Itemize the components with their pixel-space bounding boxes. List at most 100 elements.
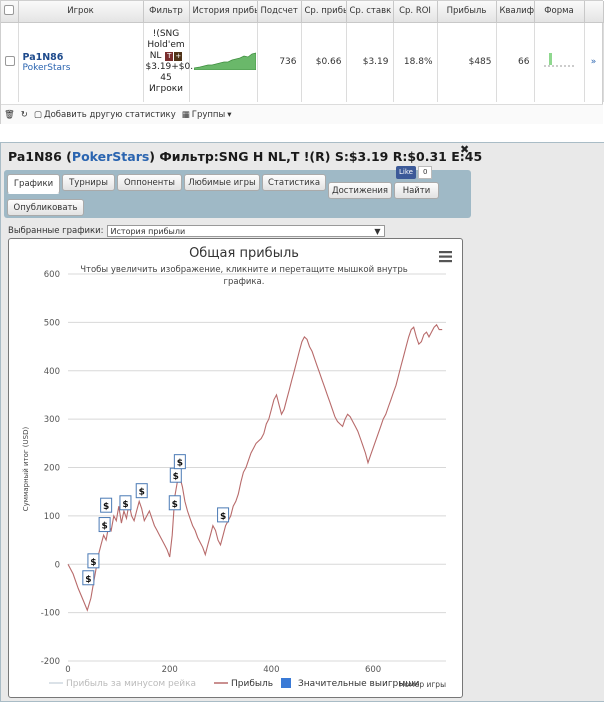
legend-item[interactable]: Прибыль за минусом рейка — [49, 679, 196, 689]
facebook-like[interactable]: Like 0 — [396, 166, 433, 179]
x-tick-label: 400 — [263, 665, 279, 675]
col-header-avg-stake[interactable]: Ср. ставк — [346, 1, 394, 23]
big-win-flag[interactable]: $ — [173, 454, 186, 470]
y-tick-label: 400 — [44, 367, 60, 377]
col-header-filter[interactable]: Фильтр — [143, 1, 190, 23]
form-bars — [544, 52, 575, 67]
player-name-link[interactable]: Pa1N86 — [23, 52, 139, 63]
col-header-player[interactable]: Игрок — [18, 1, 144, 23]
groups-icon: ▦ — [181, 109, 190, 120]
big-win-flag[interactable]: $ — [100, 497, 113, 513]
y-tick-label: 100 — [44, 512, 60, 522]
graph-select[interactable]: История прибыли ▼ — [106, 225, 385, 237]
select-all-checkbox[interactable] — [4, 4, 15, 15]
svg-text:$: $ — [173, 472, 179, 482]
tab-publish[interactable]: Опубликовать — [7, 199, 84, 216]
big-win-flag[interactable]: $ — [135, 483, 148, 499]
profit-chart[interactable]: -200 -100 0 100 200 300 400 500 600 0 200 400 600 С… — [8, 238, 463, 698]
big-win-flag[interactable]: $ — [217, 507, 230, 523]
form-cell — [534, 22, 585, 102]
stats-panel: Игрок Фильтр История прибы Подсчет Ср. п… — [0, 0, 604, 124]
like-button[interactable]: Like — [396, 166, 416, 179]
speed-icon: + — [174, 52, 183, 62]
groups-button[interactable]: ▦ Группы ▾ — [182, 110, 232, 120]
svg-text:$: $ — [122, 500, 128, 510]
col-header-history[interactable]: История прибы — [189, 1, 258, 23]
graph-selector-row: Выбранные графики: История прибыли ▼ — [8, 225, 385, 237]
add-stat-label: Добавить другую статистику — [43, 109, 176, 120]
col-header-form[interactable]: Форма — [534, 1, 585, 23]
trash-icon[interactable]: 🗑 — [4, 110, 15, 120]
expand-icon[interactable]: » — [591, 57, 597, 67]
filter-line: NL T + — [146, 51, 187, 62]
tab-find[interactable]: Найти — [394, 182, 439, 199]
big-win-flag[interactable]: $ — [87, 553, 100, 569]
row-checkbox-cell[interactable] — [1, 22, 19, 102]
dialog-title: Pa1N86 (PokerStars) Фильтр:SNG H NL,T !(… — [8, 149, 483, 164]
col-header-roi[interactable]: Ср. ROI — [393, 1, 438, 23]
x-axis-ticks: 0 200 400 600 — [65, 665, 381, 675]
filter-line: Hold'em — [147, 40, 185, 51]
player-dialog: ✖ Pa1N86 (PokerStars) Фильтр:SNG H NL,T … — [0, 142, 604, 702]
tab-statistics[interactable]: Статистика — [262, 174, 326, 191]
filter-line: 45 — [160, 73, 172, 84]
chart-legend: Прибыль за минусом рейка Прибыль Значитель… — [49, 678, 420, 689]
chart-subtitle-cont: графика. — [224, 277, 265, 287]
svg-text:Прибыль за минусом рейка: Прибыль за минусом рейка — [66, 679, 196, 689]
roi-cell: 18.8% — [393, 22, 438, 102]
big-win-flag[interactable]: $ — [119, 495, 132, 511]
y-tick-label: 500 — [44, 318, 60, 328]
big-win-flag[interactable]: $ — [98, 517, 111, 533]
chart-title: Общая прибыль — [189, 246, 299, 261]
table-toolbar: 🗑 ↻ ▢ Добавить другую статистику ▦ Групп… — [1, 104, 603, 124]
svg-text:$: $ — [103, 502, 109, 512]
y-tick-label: -100 — [41, 609, 60, 619]
count-cell: 736 — [257, 22, 302, 102]
player-site-link[interactable]: PokerStars — [23, 63, 139, 73]
add-stat-button[interactable]: ▢ Добавить другую статистику — [34, 110, 176, 120]
svg-text:$: $ — [90, 558, 96, 568]
svg-text:$: $ — [139, 488, 145, 498]
tab-bar: Графики Турниры Оппоненты Любимые игры С… — [4, 166, 471, 218]
col-header-count[interactable]: Подсчет — [257, 1, 302, 23]
filter-cell: !(SNG Hold'em NL T + $3.19+$0. 45 Игроки — [143, 22, 193, 102]
col-header-avg-profit[interactable]: Ср. прибы — [301, 1, 347, 23]
chart-canvas[interactable]: -200 -100 0 100 200 300 400 500 600 0 200 400 600 С… — [9, 239, 464, 699]
chevron-down-icon: ▾ — [227, 109, 232, 120]
col-header-qualif[interactable]: Квалиф — [496, 1, 535, 23]
tournament-icon: T — [165, 52, 174, 62]
tab-tournaments[interactable]: Турниры — [62, 174, 115, 191]
profit-cell: $485 — [437, 22, 497, 102]
groups-label: Группы — [191, 109, 226, 120]
avg-profit-cell: $0.66 — [301, 22, 347, 102]
col-header-profit[interactable]: Прибыль — [437, 1, 497, 23]
big-win-flag[interactable]: $ — [168, 495, 181, 511]
svg-text:$: $ — [172, 500, 178, 510]
graph-select-label: Выбранные графики: — [8, 226, 104, 236]
tab-graphs[interactable]: Графики — [7, 174, 60, 194]
filter-line: !(SNG — [152, 29, 180, 40]
chevron-down-icon: ▼ — [374, 226, 381, 236]
tab-favorite-games[interactable]: Любимые игры — [184, 174, 260, 191]
select-all-header[interactable] — [1, 1, 19, 23]
svg-text:$: $ — [85, 575, 91, 585]
chart-menu-icon[interactable] — [439, 251, 452, 263]
legend-item[interactable]: Прибыль — [214, 679, 273, 689]
qualif-cell: 66 — [496, 22, 535, 102]
graph-select-value: История прибыли — [110, 226, 186, 236]
col-header-extra — [584, 1, 604, 23]
title-site-link[interactable]: PokerStars — [72, 149, 149, 164]
y-tick-label: -200 — [41, 657, 60, 667]
like-count: 0 — [417, 166, 433, 179]
player-cell: Pa1N86 PokerStars — [18, 22, 144, 102]
tab-achievements[interactable]: Достижения — [328, 182, 392, 199]
history-sparkline-cell — [189, 22, 258, 102]
refresh-icon[interactable]: ↻ — [21, 110, 28, 120]
big-win-flag[interactable]: $ — [82, 570, 95, 586]
big-win-flag[interactable]: $ — [169, 467, 182, 483]
stats-table: Игрок Фильтр История прибы Подсчет Ср. п… — [1, 1, 604, 102]
title-filter: Фильтр:SNG H NL,T !(R) S:$3.19 R:$0.31 E… — [159, 149, 483, 164]
row-checkbox[interactable] — [5, 55, 15, 66]
expand-cell[interactable]: » — [584, 22, 604, 102]
tab-opponents[interactable]: Оппоненты — [117, 174, 182, 191]
